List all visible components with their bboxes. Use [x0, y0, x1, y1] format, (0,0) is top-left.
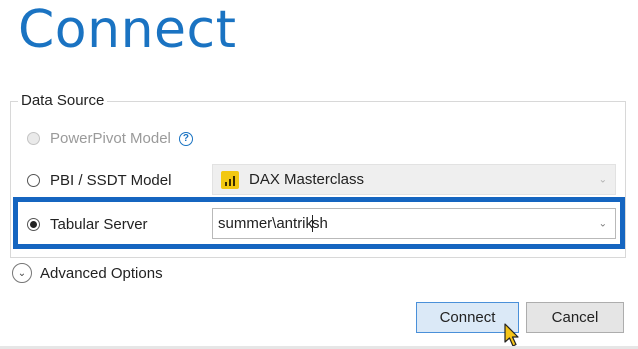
- dialog-title: Connect: [18, 0, 237, 60]
- chevron-down-icon: ⌄: [598, 174, 607, 185]
- power-bi-icon: [221, 170, 239, 189]
- help-icon[interactable]: ?: [178, 131, 193, 146]
- pbi-model-value: DAX Masterclass: [249, 171, 365, 188]
- cancel-button[interactable]: Cancel: [526, 302, 624, 333]
- powerpivot-model-radio: [27, 132, 40, 145]
- pbi-ssdt-model-label[interactable]: PBI / SSDT Model: [50, 172, 171, 189]
- pbi-ssdt-model-option[interactable]: PBI / SSDT Model: [27, 172, 171, 189]
- data-source-label: Data Source: [18, 92, 108, 109]
- highlight-box: [13, 197, 625, 249]
- advanced-options-toggle[interactable]: ⌄ Advanced Options: [12, 263, 163, 283]
- powerpivot-model-label: PowerPivot Model: [50, 130, 171, 147]
- advanced-options-label[interactable]: Advanced Options: [40, 265, 163, 282]
- chevron-down-icon[interactable]: ⌄: [12, 263, 32, 283]
- pbi-model-dropdown: DAX Masterclass ⌄: [212, 164, 616, 195]
- powerpivot-model-option: PowerPivot Model ?: [27, 130, 193, 147]
- pbi-ssdt-model-radio[interactable]: [27, 174, 40, 187]
